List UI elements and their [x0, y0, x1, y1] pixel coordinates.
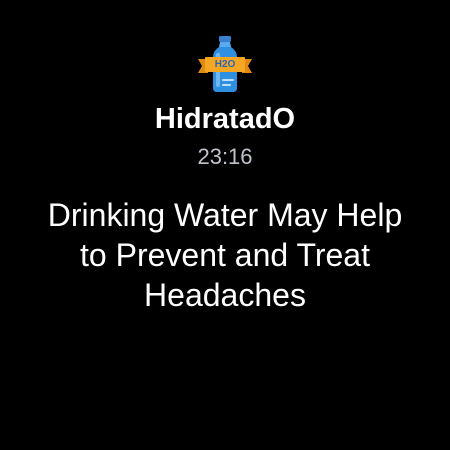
- h2o-label: H2O: [214, 59, 236, 70]
- notification-message[interactable]: Drinking Water May Help to Prevent and T…: [40, 195, 410, 315]
- watch-notification-screen: H2O HidratadO 23:16 Drinking Water May H…: [0, 0, 450, 450]
- water-bottle-icon: H2O: [194, 33, 256, 95]
- app-name: HidratadO: [154, 103, 296, 135]
- notification-time: 23:16: [197, 144, 253, 169]
